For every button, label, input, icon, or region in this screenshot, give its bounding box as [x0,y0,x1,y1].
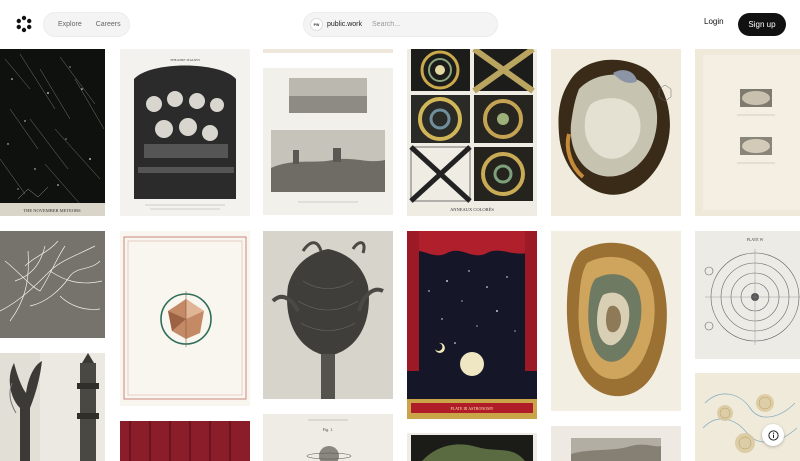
artwork-anneaux-colores[interactable]: ANNEAUX COLORÉS [407,49,537,216]
search-brand-label: public.work [327,21,363,28]
artwork-landscape-print[interactable] [551,426,681,461]
artwork-artichoke-photo[interactable] [263,231,393,399]
top-header: Explore Careers PW public.work Login Sig… [0,0,800,49]
artwork-lotus-sculpture[interactable] [0,353,105,461]
artwork-theatre-caricature[interactable]: THEATRE ITALIEN [120,49,250,216]
meteor-caption: THE NOVEMBER METEORS [23,208,81,213]
artwork-banded-agate[interactable] [551,231,681,411]
artwork-cosmos-theatre[interactable]: PLATE III ASTRONOMY [407,231,537,419]
artwork-orbital-diagram[interactable]: PLATE W [695,231,800,359]
nav-careers-link[interactable]: Careers [96,21,121,28]
info-button[interactable] [762,424,784,446]
info-icon [767,429,779,441]
public-work-badge-icon: PW [310,18,323,31]
artwork-root-drawing[interactable] [0,231,105,338]
search-bar[interactable]: PW public.work [303,12,498,37]
svg-text:Fig. 1.: Fig. 1. [323,427,333,432]
theatre-caption: THEATRE ITALIEN [170,58,200,62]
artwork-meteor-shower[interactable]: THE NOVEMBER METEORS [0,49,105,216]
search-input[interactable] [372,21,483,28]
cosmos-caption: PLATE III ASTRONOMY [450,406,493,411]
artwork-specimen-plate[interactable] [695,49,800,216]
artwork-landscape-engravings[interactable] [263,68,393,215]
artwork-dark-landscape[interactable] [407,433,537,461]
login-link[interactable]: Login [704,17,724,26]
signup-button[interactable]: Sign up [738,13,786,36]
nav-pill: Explore Careers [43,12,130,37]
artwork-sphere-diagram[interactable]: Fig. 1. [263,414,393,461]
public-work-logo-icon[interactable] [13,13,35,35]
artwork-octahedron-diagram[interactable] [120,231,250,406]
anneaux-caption: ANNEAUX COLORÉS [450,207,494,212]
artwork-agate-mineral[interactable] [551,49,681,216]
artwork-red-textile[interactable] [120,421,250,461]
nav-explore-link[interactable]: Explore [58,21,82,28]
plate-caption: PLATE W [747,237,764,242]
artwork-coral-map[interactable] [695,373,800,461]
